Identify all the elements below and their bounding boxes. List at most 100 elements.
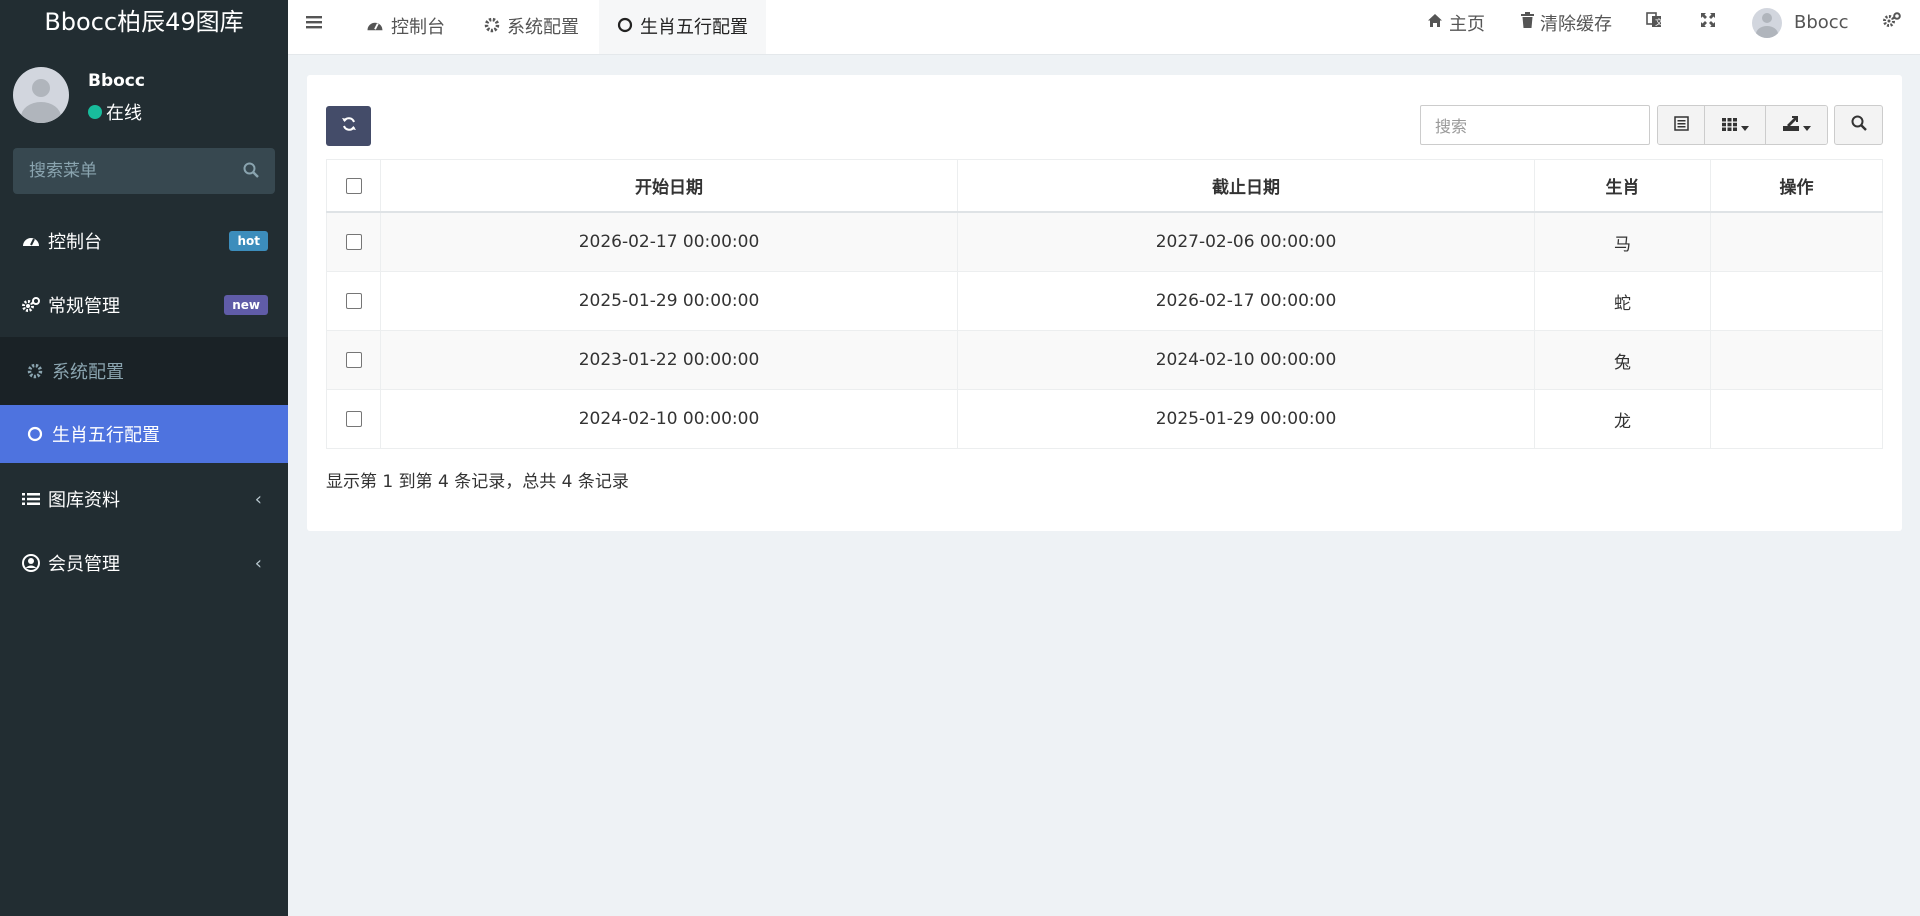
sidebar-toggle-icon[interactable] (306, 14, 322, 34)
tab-dashboard[interactable]: 控制台 (348, 0, 463, 54)
end-date-cell: 2024-02-10 00:00:00 (957, 330, 1535, 390)
column-header: 操作 (1710, 159, 1883, 213)
start-date-cell: 2024-02-10 00:00:00 (380, 389, 958, 449)
row-select-cell (326, 211, 381, 272)
table-row[interactable]: 2026-02-17 00:00:00 2027-02-06 00:00:00 … (326, 211, 1883, 272)
gear-icon (484, 5, 500, 50)
svg-text:文: 文 (1655, 17, 1662, 27)
chevron-left-icon: ‹ (254, 488, 262, 510)
row-checkbox[interactable] (345, 352, 362, 368)
grid-icon (1721, 116, 1737, 135)
dashboard-icon (22, 232, 40, 250)
sidebar-item-label: 控制台 (48, 232, 102, 253)
translate-icon: 文 (1646, 12, 1663, 33)
new-badge: new (224, 295, 268, 315)
caret-down-icon (1802, 116, 1811, 135)
data-table: 开始日期 截止日期 生肖 操作 2026-02-17 00:00:00 2027… (326, 159, 1883, 449)
sidebar-item-label: 系统配置 (52, 362, 124, 383)
expand-icon (1700, 12, 1716, 33)
gear-icon (26, 362, 44, 380)
select-all-header (326, 159, 381, 213)
refresh-icon (341, 116, 357, 136)
zodiac-cell: 蛇 (1534, 271, 1711, 331)
table-row[interactable]: 2023-01-22 00:00:00 2024-02-10 00:00:00 … (326, 330, 1883, 390)
tab-zodiac-config[interactable]: 生肖五行配置 (599, 0, 766, 54)
row-checkbox[interactable] (345, 234, 362, 250)
user-circle-icon (22, 554, 40, 572)
column-header[interactable]: 截止日期 (957, 159, 1535, 213)
tab-label: 生肖五行配置 (640, 16, 748, 38)
content-panel: 开始日期 截止日期 生肖 操作 2026-02-17 00:00:00 2027… (307, 75, 1902, 531)
sidebar-item-zodiac-config[interactable]: 生肖五行配置 (0, 405, 288, 463)
hot-badge: hot (229, 231, 268, 251)
submenu: 系统配置 (0, 337, 288, 405)
action-cell (1710, 330, 1883, 390)
table-row[interactable]: 2024-02-10 00:00:00 2025-01-29 00:00:00 … (326, 389, 1883, 449)
row-checkbox[interactable] (345, 411, 362, 427)
table-search (1420, 105, 1650, 146)
row-select-cell (326, 330, 381, 390)
sidebar-item-general-management[interactable]: 常规管理 new (0, 273, 288, 337)
topbar-user-name: Bbocc (1794, 12, 1849, 33)
search-icon[interactable] (243, 162, 259, 182)
control-sidebar-button[interactable] (1882, 0, 1902, 45)
zodiac-cell: 龙 (1534, 389, 1711, 449)
start-date-cell: 2025-01-29 00:00:00 (380, 271, 958, 331)
sidebar-item-system-config[interactable]: 系统配置 (0, 337, 288, 405)
column-header[interactable]: 开始日期 (380, 159, 958, 213)
home-label: 主页 (1449, 13, 1485, 35)
circle-o-icon (617, 5, 633, 50)
start-date-cell: 2023-01-22 00:00:00 (380, 330, 958, 390)
tab-system-config[interactable]: 系统配置 (466, 0, 597, 54)
user-menu[interactable]: Bbocc (1752, 0, 1849, 45)
sidebar-item-label: 常规管理 (48, 296, 120, 317)
action-cell (1710, 389, 1883, 449)
caret-down-icon (1740, 116, 1749, 135)
select-all-checkbox[interactable] (345, 177, 362, 194)
chevron-left-icon: ‹ (254, 552, 262, 574)
advanced-search-button[interactable] (1834, 105, 1883, 145)
row-select-cell (326, 271, 381, 331)
language-switch-button[interactable]: 文 (1646, 0, 1663, 45)
column-header[interactable]: 生肖 (1534, 159, 1711, 213)
row-select-cell (326, 389, 381, 449)
sidebar-item-dashboard[interactable]: 控制台 hot (0, 209, 288, 273)
sidebar-item-label: 会员管理 (48, 554, 120, 575)
dashboard-icon (366, 5, 384, 50)
sidebar-item-label: 图库资料 (48, 490, 120, 511)
home-link[interactable]: 主页 (1427, 0, 1485, 45)
export-icon (1782, 115, 1799, 135)
end-date-cell: 2026-02-17 00:00:00 (957, 271, 1535, 331)
top-navbar: 控制台 系统配置 生肖五行配置 主页 清除缓存 文 Bbocc (288, 0, 1920, 55)
sidebar-item-members[interactable]: 会员管理 ‹ (0, 531, 288, 595)
cogs-icon (22, 296, 40, 314)
row-checkbox[interactable] (345, 293, 362, 309)
end-date-cell: 2027-02-06 00:00:00 (957, 211, 1535, 272)
card-view-icon (1673, 115, 1689, 135)
zodiac-cell: 马 (1534, 211, 1711, 272)
table-header-row: 开始日期 截止日期 生肖 操作 (326, 159, 1883, 213)
fullscreen-button[interactable] (1700, 0, 1716, 45)
list-icon (22, 490, 40, 508)
columns-toggle-button[interactable] (1705, 106, 1766, 144)
toggle-view-button[interactable] (1658, 106, 1705, 144)
export-button[interactable] (1766, 106, 1827, 144)
table-row[interactable]: 2025-01-29 00:00:00 2026-02-17 00:00:00 … (326, 271, 1883, 331)
zodiac-cell: 兔 (1534, 330, 1711, 390)
app-logo-title[interactable]: Bbocc柏辰49图库 (0, 0, 288, 45)
cogs-icon (1882, 12, 1902, 33)
user-status: 在线 (88, 99, 142, 125)
online-status-dot-icon (88, 105, 102, 119)
sidebar-item-gallery[interactable]: 图库资料 ‹ (0, 467, 288, 531)
sidebar: Bbocc柏辰49图库 Bbocc 在线 控制台 hot 常规管理 new (0, 0, 288, 916)
trash-icon (1521, 12, 1534, 33)
pagination-info: 显示第 1 到第 4 条记录，总共 4 条记录 (326, 472, 629, 492)
sidebar-item-label: 生肖五行配置 (52, 425, 160, 446)
table-search-input[interactable] (1421, 106, 1637, 146)
sidebar-search-input[interactable] (13, 148, 229, 194)
table-tools-group (1657, 105, 1828, 145)
clear-cache-link[interactable]: 清除缓存 (1521, 0, 1612, 45)
end-date-cell: 2025-01-29 00:00:00 (957, 389, 1535, 449)
user-status-label: 在线 (106, 103, 142, 124)
refresh-button[interactable] (326, 106, 371, 146)
